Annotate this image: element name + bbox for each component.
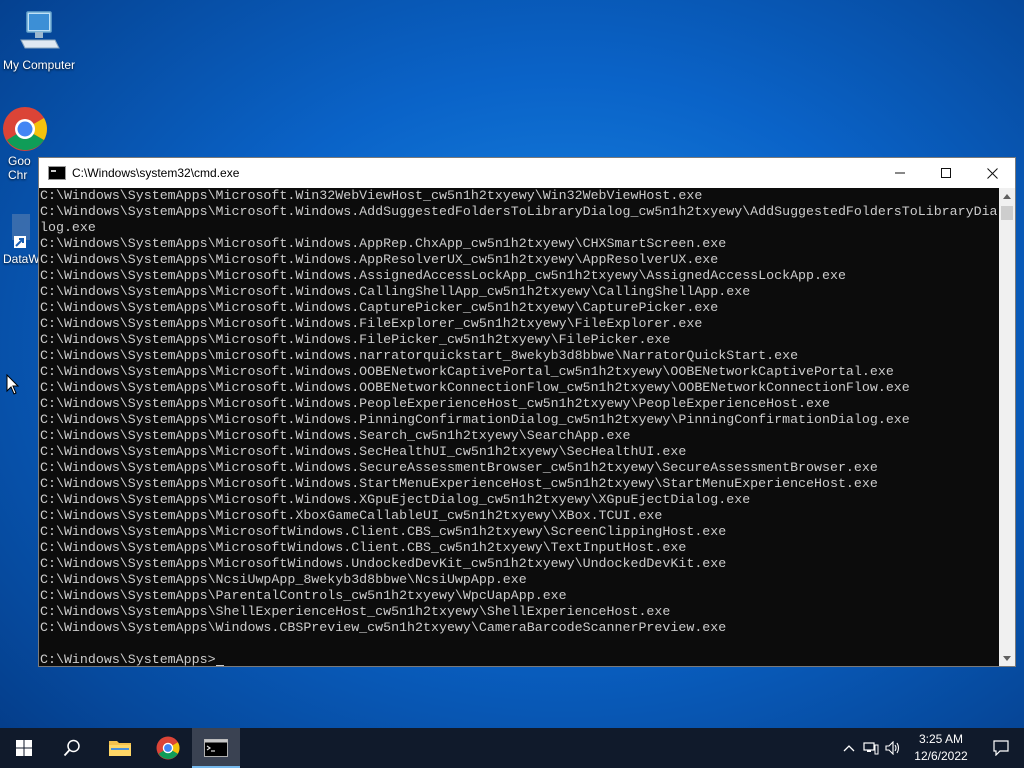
console-line: C:\Windows\SystemApps\Microsoft.Windows.…	[40, 396, 830, 411]
console-line: C:\Windows\SystemApps\NcsiUwpApp_8wekyb3…	[40, 572, 527, 587]
console-line: C:\Windows\SystemApps\Microsoft.Windows.…	[40, 284, 751, 299]
console-line: C:\Windows\SystemApps\ShellExperienceHos…	[40, 604, 671, 619]
console-line: C:\Windows\SystemApps\Microsoft.Windows.…	[40, 316, 703, 331]
console-prompt: C:\Windows\SystemApps>	[40, 652, 999, 666]
console-line: C:\Windows\SystemApps\Windows.CBSPreview…	[40, 620, 727, 635]
maximize-button[interactable]	[923, 158, 969, 188]
chrome-button[interactable]	[144, 728, 192, 768]
console-line: C:\Windows\SystemApps\MicrosoftWindows.C…	[40, 524, 727, 539]
clock-date: 12/6/2022	[914, 749, 968, 763]
file-explorer-button[interactable]	[96, 728, 144, 768]
console-line: C:\Windows\SystemApps\Microsoft.Win32Web…	[40, 188, 703, 203]
console-line: C:\Windows\SystemApps\MicrosoftWindows.C…	[40, 540, 687, 555]
volume-button[interactable]	[882, 728, 904, 768]
speaker-icon	[885, 741, 900, 755]
console-line: C:\Windows\SystemApps\Microsoft.Windows.…	[40, 268, 846, 283]
vertical-scrollbar[interactable]	[999, 188, 1015, 666]
clock-time: 3:25 AM	[918, 732, 964, 746]
close-icon	[986, 167, 998, 179]
desktop-icon-my-computer[interactable]: My Computer	[0, 8, 78, 72]
scroll-up-button[interactable]	[999, 188, 1015, 204]
taskbar: 3:25 AM 12/6/2022	[0, 728, 1024, 768]
action-center-button[interactable]	[978, 728, 1024, 768]
console-line: C:\Windows\SystemApps\Microsoft.Windows.…	[40, 236, 727, 251]
desktop-icon-label: My Computer	[2, 58, 76, 72]
cmd-button[interactable]	[192, 728, 240, 768]
mouse-pointer-icon	[6, 374, 20, 395]
chevron-down-icon	[1003, 655, 1011, 661]
console-line: C:\Windows\SystemApps\Microsoft.Windows.…	[40, 300, 719, 315]
prompt-text: C:\Windows\SystemApps>	[40, 652, 216, 666]
console-line: C:\Windows\SystemApps\Microsoft.Windows.…	[40, 252, 719, 267]
console-line: C:\Windows\SystemApps\Microsoft.Windows.…	[40, 204, 998, 219]
scrollbar-thumb[interactable]	[1001, 206, 1013, 220]
window-title: C:\Windows\system32\cmd.exe	[72, 166, 240, 180]
console-line: C:\Windows\SystemApps\Microsoft.Windows.…	[40, 428, 631, 443]
desktop-icon-dataw[interactable]: DataW	[0, 210, 40, 266]
chevron-up-icon	[843, 745, 855, 752]
computer-icon	[20, 11, 60, 49]
console-line: C:\Windows\SystemApps\microsoft.windows.…	[40, 348, 799, 363]
console-line: C:\Windows\SystemApps\ParentalControls_c…	[40, 588, 567, 603]
minimize-button[interactable]	[877, 158, 923, 188]
console-line: C:\Windows\SystemApps\Microsoft.Windows.…	[40, 332, 671, 347]
title-bar[interactable]: C:\Windows\system32\cmd.exe	[39, 158, 1015, 188]
console-line: C:\Windows\SystemApps\Microsoft.Windows.…	[40, 460, 878, 475]
chevron-up-icon	[1003, 193, 1011, 199]
windows-logo-icon	[16, 740, 32, 756]
show-hidden-icons-button[interactable]	[838, 728, 860, 768]
desktop-icon-label: DataW	[3, 252, 40, 266]
search-icon	[63, 739, 80, 757]
cmd-icon	[204, 739, 228, 757]
system-tray: 3:25 AM 12/6/2022	[838, 728, 1024, 768]
app-shortcut-icon	[12, 214, 30, 248]
network-button[interactable]	[860, 728, 882, 768]
console-line: C:\Windows\SystemApps\MicrosoftWindows.U…	[40, 556, 727, 571]
folder-icon	[109, 741, 131, 756]
cmd-icon	[48, 166, 66, 180]
console-line: C:\Windows\SystemApps\Microsoft.Windows.…	[40, 364, 894, 379]
chrome-icon	[156, 736, 180, 760]
start-button[interactable]	[0, 728, 48, 768]
minimize-icon	[895, 172, 905, 174]
notification-icon	[993, 740, 1009, 756]
search-button[interactable]	[48, 728, 96, 768]
network-icon	[863, 742, 879, 755]
maximize-icon	[941, 168, 951, 178]
cmd-window[interactable]: C:\Windows\system32\cmd.exe C:\Windows\S…	[38, 157, 1016, 667]
console-output[interactable]: C:\Windows\SystemApps\Microsoft.Win32Web…	[39, 188, 999, 666]
console-line: C:\Windows\SystemApps\Microsoft.Windows.…	[40, 412, 910, 427]
console-line: C:\Windows\SystemApps\Microsoft.Windows.…	[40, 476, 878, 491]
close-button[interactable]	[969, 158, 1015, 188]
console-line: C:\Windows\SystemApps\Microsoft.Windows.…	[40, 444, 687, 459]
text-cursor	[215, 665, 224, 666]
clock[interactable]: 3:25 AM 12/6/2022	[904, 731, 978, 765]
scroll-down-button[interactable]	[999, 650, 1015, 666]
console-line: log.exe	[40, 220, 96, 235]
console-line: C:\Windows\SystemApps\Microsoft.XboxGame…	[40, 508, 663, 523]
console-line: C:\Windows\SystemApps\Microsoft.Windows.…	[40, 380, 910, 395]
console-line: C:\Windows\SystemApps\Microsoft.Windows.…	[40, 492, 751, 507]
chrome-icon	[3, 107, 47, 151]
